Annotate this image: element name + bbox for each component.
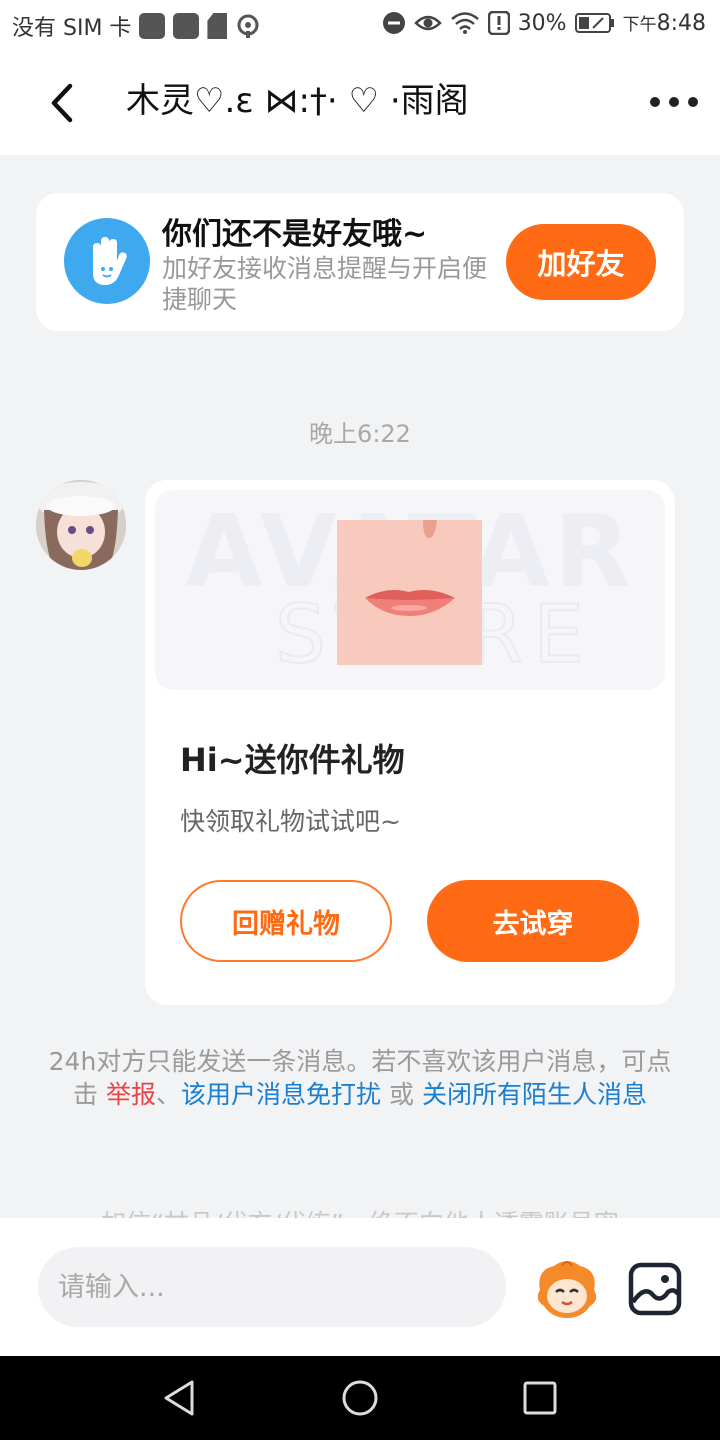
- sd-card-icon: [207, 13, 228, 39]
- battery-percent: 30%: [517, 10, 567, 36]
- battery-icon: [574, 13, 614, 33]
- stranger-message-notice: 24h对方只能发送一条消息。若不喜欢该用户消息，可点击 举报、该用户消息免打扰 …: [40, 1045, 680, 1111]
- image-icon: [628, 1262, 682, 1316]
- system-nav-bar: [0, 1356, 720, 1440]
- friend-prompt-title: 你们还不是好友哦~: [162, 217, 428, 252]
- gift-title: Hi~送你件礼物: [180, 741, 405, 779]
- alert-icon: [487, 11, 510, 35]
- notice-or: 或: [381, 1080, 422, 1109]
- page-title: 木灵♡.ɛ ⋈:†· ♡ ·雨阁: [126, 81, 469, 121]
- nav-recents-icon[interactable]: [522, 1380, 558, 1416]
- back-button[interactable]: [40, 78, 90, 128]
- time-prefix: 下午: [622, 15, 657, 35]
- input-bar: [0, 1218, 720, 1356]
- add-friend-card: 你们还不是好友哦~ 加好友接收消息提醒与开启便捷聊天 加好友: [36, 193, 684, 331]
- carrier-label: 没有 SIM 卡: [12, 16, 132, 41]
- lips-item-image: [337, 520, 482, 665]
- gift-subtitle: 快领取礼物试试吧~: [180, 807, 401, 836]
- mute-user-link[interactable]: 该用户消息免打扰: [181, 1080, 381, 1109]
- status-bar: 没有 SIM 卡 30% 下午8:48: [0, 0, 720, 50]
- friend-prompt-subtitle: 加好友接收消息提醒与开启便捷聊天: [162, 254, 488, 314]
- wifi-icon: [450, 12, 479, 34]
- chat-header: 木灵♡.ɛ ⋈:†· ♡ ·雨阁: [0, 50, 720, 155]
- gift-message-card[interactable]: AVATAR STORE Hi~送你件礼物 快领取礼物试试吧~ 回赠礼物 去试穿: [145, 480, 675, 1005]
- close-strangers-link[interactable]: 关闭所有陌生人消息: [422, 1080, 647, 1109]
- report-link[interactable]: 举报: [106, 1080, 156, 1109]
- clock: 8:48: [656, 11, 706, 36]
- message-timestamp: 晚上6:22: [309, 420, 411, 448]
- notice-separator: 、: [156, 1080, 182, 1109]
- nav-home-icon[interactable]: [340, 1378, 380, 1418]
- dnd-icon: [382, 12, 405, 34]
- try-on-button[interactable]: 去试穿: [427, 880, 639, 962]
- image-picker-button[interactable]: [628, 1262, 682, 1316]
- mascot-icon: [537, 1261, 597, 1318]
- wave-hand-icon: [64, 218, 150, 304]
- emoji-mascot-button[interactable]: [534, 1256, 600, 1322]
- message-input[interactable]: [38, 1247, 506, 1327]
- hotspot-icon: [237, 14, 259, 38]
- sender-avatar[interactable]: [36, 480, 126, 570]
- nav-back-icon[interactable]: [160, 1378, 200, 1418]
- return-gift-button[interactable]: 回赠礼物: [180, 880, 392, 962]
- chevron-left-icon: [51, 83, 73, 123]
- more-options-button[interactable]: [650, 88, 698, 116]
- app-notification-icon: [139, 13, 166, 39]
- add-friend-button[interactable]: 加好友: [506, 224, 656, 300]
- more-dots-icon: [650, 97, 660, 107]
- gift-banner: AVATAR STORE: [155, 490, 665, 690]
- app-notification-icon: [173, 13, 200, 39]
- eye-comfort-icon: [413, 15, 442, 31]
